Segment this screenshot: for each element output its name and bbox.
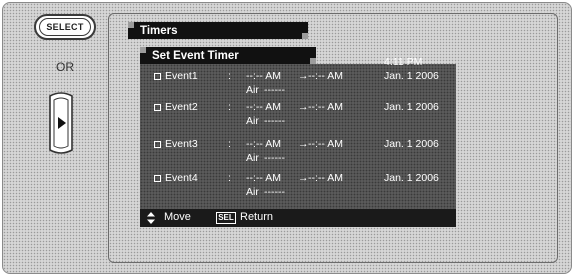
event-end-time[interactable]: --:-- AM — [308, 138, 343, 150]
event-colon: : — [228, 138, 231, 150]
tab-corner-decoration — [302, 33, 308, 39]
event-channel[interactable]: ------ — [264, 186, 285, 198]
event-date[interactable]: Jan. 1 2006 — [384, 172, 439, 184]
event-checkbox[interactable] — [154, 141, 161, 148]
event-source[interactable]: Air — [246, 152, 259, 164]
event-name: Event4 — [165, 172, 198, 184]
event-row-source-line: Air ------ — [246, 84, 316, 97]
event-name: Event1 — [165, 70, 198, 82]
dpad-right-icon — [49, 92, 73, 154]
submenu-title-tab: Set Event Timer — [140, 47, 316, 64]
event-name: Event2 — [165, 101, 198, 113]
arrow-right-icon: → — [298, 138, 309, 150]
select-button[interactable]: SELECT — [34, 14, 96, 40]
menu-title: Timers — [140, 24, 178, 37]
or-label: OR — [56, 60, 74, 74]
event-checkbox[interactable] — [154, 104, 161, 111]
event-channel[interactable]: ------ — [264, 84, 285, 96]
event-source[interactable]: Air — [246, 115, 259, 127]
return-label: Return — [240, 211, 274, 223]
arrow-right-icon: → — [298, 172, 309, 184]
event-colon: : — [228, 70, 231, 82]
event-row-main-line: Event4 : --:-- AM → --:-- AM Jan. 1 2006 — [148, 172, 454, 186]
event-row-main-line: Event3 : --:-- AM → --:-- AM Jan. 1 2006 — [148, 138, 454, 152]
event-row[interactable]: Event2 : --:-- AM → --:-- AM Jan. 1 2006… — [148, 101, 454, 131]
event-start-time[interactable]: --:-- AM — [246, 138, 281, 150]
event-end-time[interactable]: --:-- AM — [308, 70, 343, 82]
event-start-time[interactable]: --:-- AM — [246, 70, 281, 82]
event-row[interactable]: Event3 : --:-- AM → --:-- AM Jan. 1 2006… — [148, 138, 454, 168]
tab-corner-decoration — [140, 47, 146, 53]
event-source[interactable]: Air — [246, 186, 259, 198]
sel-key-icon: SEL — [216, 212, 236, 224]
event-row-main-line: Event2 : --:-- AM → --:-- AM Jan. 1 2006 — [148, 101, 454, 115]
event-row-source-line: Air ------ — [246, 115, 316, 128]
arrow-right-icon: → — [298, 101, 309, 113]
event-date[interactable]: Jan. 1 2006 — [384, 138, 439, 150]
event-start-time[interactable]: --:-- AM — [246, 172, 281, 184]
event-name: Event3 — [165, 138, 198, 150]
move-label: Move — [164, 211, 191, 223]
event-colon: : — [228, 101, 231, 113]
event-row-source-line: Air ------ — [246, 152, 316, 165]
event-end-time[interactable]: --:-- AM — [308, 172, 343, 184]
event-start-time[interactable]: --:-- AM — [246, 101, 281, 113]
event-channel[interactable]: ------ — [264, 152, 285, 164]
event-row[interactable]: Event1 : --:-- AM → --:-- AM Jan. 1 2006… — [148, 70, 454, 100]
event-row-source-line: Air ------ — [246, 186, 316, 199]
event-date[interactable]: Jan. 1 2006 — [384, 70, 439, 82]
menu-title-tab: Timers — [128, 22, 308, 39]
event-date[interactable]: Jan. 1 2006 — [384, 101, 439, 113]
submenu-title: Set Event Timer — [152, 49, 239, 62]
footer-legend-bar: Move SEL Return — [140, 209, 456, 227]
clock-readout: 4:11 PM — [384, 56, 423, 68]
event-row[interactable]: Event4 : --:-- AM → --:-- AM Jan. 1 2006… — [148, 172, 454, 202]
event-source[interactable]: Air — [246, 84, 259, 96]
select-button-label: SELECT — [39, 18, 91, 36]
dpad-right-button[interactable] — [46, 90, 76, 156]
event-row-main-line: Event1 : --:-- AM → --:-- AM Jan. 1 2006 — [148, 70, 454, 84]
up-down-arrows-icon — [147, 212, 155, 224]
event-colon: : — [228, 172, 231, 184]
event-end-time[interactable]: --:-- AM — [308, 101, 343, 113]
event-checkbox[interactable] — [154, 73, 161, 80]
tab-corner-decoration — [310, 58, 316, 64]
arrow-right-icon: → — [298, 70, 309, 82]
tab-corner-decoration — [128, 22, 134, 28]
event-checkbox[interactable] — [154, 175, 161, 182]
event-channel[interactable]: ------ — [264, 115, 285, 127]
